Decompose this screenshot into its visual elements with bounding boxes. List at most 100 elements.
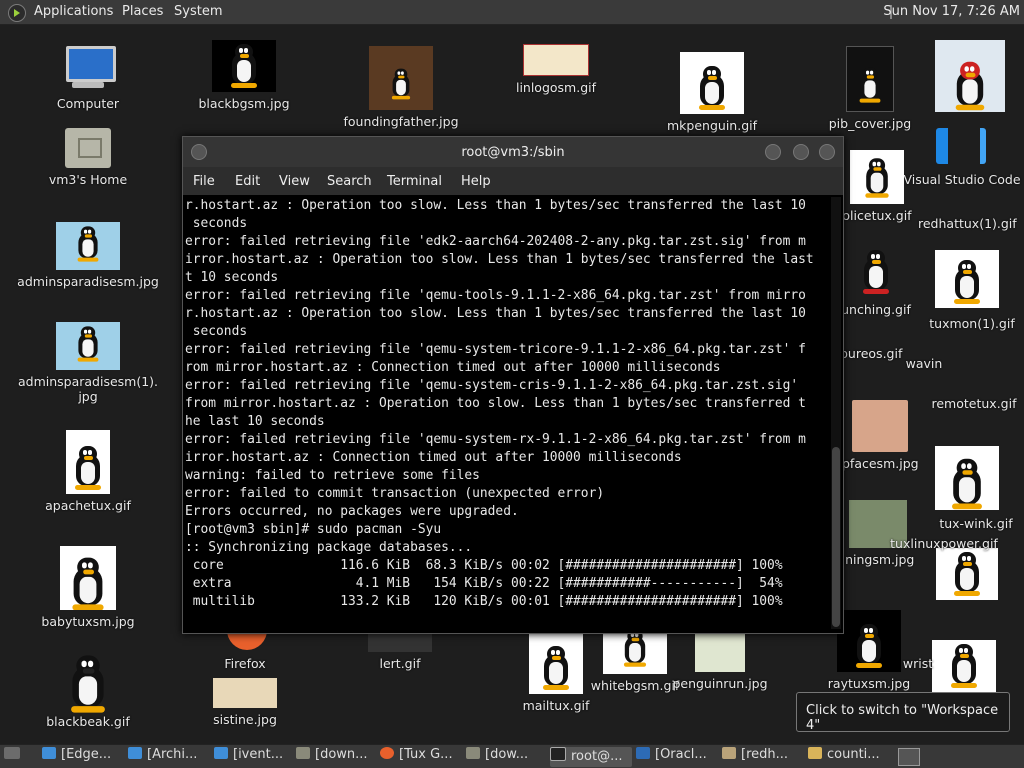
browser-icon xyxy=(214,747,228,759)
tooltip-text: Click to switch to "Workspace 4" xyxy=(806,703,999,733)
icon-label: Firefox xyxy=(224,656,266,671)
workspace-tooltip: Click to switch to "Workspace 4" xyxy=(796,692,1010,733)
taskbar-item-redhat[interactable]: [redh... xyxy=(722,747,804,767)
icon-label: redhattux(1).gif xyxy=(918,216,1017,231)
desktop-icon-penguinrun[interactable]: penguinrun.jpg xyxy=(672,632,768,691)
icon-label: vm3's Home xyxy=(48,172,128,187)
show-desktop-icon xyxy=(4,747,20,759)
bottom-panel: [Edge... [Archi... [ivent... [down... [T… xyxy=(0,744,1024,768)
scrollbar-thumb[interactable] xyxy=(832,447,840,627)
menu-edit[interactable]: Edit xyxy=(235,174,260,189)
desktop-icon-linlogosm[interactable]: linlogosm.gif xyxy=(508,44,604,95)
taskbar-item-ivent[interactable]: [ivent... xyxy=(214,747,294,767)
desktop-icon-unching[interactable]: unching.gif xyxy=(836,244,916,317)
icon-label: babytuxsm.jpg xyxy=(41,614,135,629)
desktop-icon-pib-cover[interactable]: pib_cover.jpg xyxy=(822,46,918,131)
desktop-icon-tuxlinuxpower[interactable]: tuxlinuxpower.gif xyxy=(876,536,1012,551)
desktop-icon-iningsm[interactable]: iningsm.jpg xyxy=(838,500,918,567)
image-thumbnail-icon xyxy=(213,678,277,708)
image-thumbnail-icon xyxy=(369,46,433,110)
clock[interactable]: Sun Nov 17, 7:26 AM xyxy=(883,4,1020,19)
desktop-icon-mailtux[interactable]: mailtux.gif xyxy=(516,632,596,713)
terminal-text: r.hostart.az : Operation too slow. Less … xyxy=(185,198,814,609)
minimize-icon[interactable] xyxy=(765,144,781,160)
icon-label: tuxlinuxpower.gif xyxy=(890,536,998,551)
desktop-icon-blackbgsm[interactable]: blackbgsm.jpg xyxy=(196,40,292,111)
desktop-icon-pfacesm[interactable]: pfacesm.jpg xyxy=(842,400,919,471)
image-thumbnail-icon xyxy=(850,150,904,204)
taskbar-item-tux-g[interactable]: [Tux G... xyxy=(380,747,462,767)
image-thumbnail-icon xyxy=(56,222,120,270)
taskbar-item-oracle[interactable]: [Oracl... xyxy=(636,747,720,767)
icon-label: blackbgsm.jpg xyxy=(198,96,290,111)
icon-label: adminsparadisesm(1). xyxy=(17,374,159,389)
image-thumbnail-icon xyxy=(60,546,116,610)
menu-file[interactable]: File xyxy=(193,174,215,189)
places-menu[interactable]: Places xyxy=(122,4,163,19)
desktop-icon-babytuxsm[interactable]: babytuxsm.jpg xyxy=(40,546,136,629)
edge-icon xyxy=(42,747,56,759)
desktop-icon-adminsparadisesm-1[interactable]: adminsparadisesm(1). jpg xyxy=(14,322,162,404)
desktop-icon-home[interactable]: vm3's Home xyxy=(40,128,136,187)
terminal-scrollbar[interactable] xyxy=(831,197,841,629)
taskbar-item-edge[interactable]: [Edge... xyxy=(42,747,126,767)
menu-search[interactable]: Search xyxy=(327,174,372,189)
desktop-icon-wavin[interactable]: wavin xyxy=(896,356,952,371)
desktop-icon-tux-wink[interactable] xyxy=(932,446,1002,514)
icon-label: mkpenguin.gif xyxy=(667,118,757,133)
icon-label: olicetux.gif xyxy=(842,208,912,223)
desktop-icon-tux-stack-3[interactable] xyxy=(932,548,1002,604)
desktop-icon-sistine[interactable]: sistine.jpg xyxy=(200,678,290,727)
top-panel: Applications Places System Sun Nov 17, 7… xyxy=(0,0,1024,25)
icon-label: Computer xyxy=(56,96,120,111)
icon-label: tuxmon(1).gif xyxy=(929,316,1015,331)
menu-terminal[interactable]: Terminal xyxy=(387,174,442,189)
folder-icon xyxy=(296,747,310,759)
home-folder-icon xyxy=(65,128,111,168)
terminal-window[interactable]: root@vm3:/sbin File Edit View Search Ter… xyxy=(182,136,844,634)
icon-label: remotetux.gif xyxy=(931,396,1017,411)
close-icon[interactable] xyxy=(819,144,835,160)
taskbar-item-downloads-1[interactable]: [down... xyxy=(296,747,376,767)
desktop-icon-vscode[interactable]: Visual Studio Code xyxy=(900,124,1024,187)
desktop-icon-remotetux[interactable]: remotetux.gif xyxy=(926,396,1022,411)
desktop-icon-tux-wink-label[interactable]: tux-wink.gif xyxy=(932,516,1020,531)
taskbar-item-downloads-2[interactable]: [dow... xyxy=(466,747,546,767)
image-thumbnail-icon xyxy=(932,640,996,692)
maximize-icon[interactable] xyxy=(793,144,809,160)
desktop-icon-tux-stack-2[interactable] xyxy=(932,250,1002,312)
desktop-icon-blackbeak[interactable]: blackbeak.gif xyxy=(40,648,136,729)
image-thumbnail-icon xyxy=(935,250,999,308)
distro-logo-icon[interactable] xyxy=(8,4,26,22)
taskbar-item-counting[interactable]: counti... xyxy=(808,747,892,767)
show-desktop-button[interactable] xyxy=(4,747,40,767)
menu-view[interactable]: View xyxy=(279,174,310,189)
applications-menu[interactable]: Applications xyxy=(34,4,113,19)
desktop-icon-pureos[interactable]: pureos.gif xyxy=(840,346,902,361)
icon-label: pfacesm.jpg xyxy=(842,456,919,471)
desktop-icon-apachetux[interactable]: apachetux.gif xyxy=(40,430,136,513)
desktop-icon-olicetux[interactable]: olicetux.gif xyxy=(842,150,912,223)
system-menu[interactable]: System xyxy=(174,4,222,19)
desktop-icon-redhattux[interactable]: redhattux(1).gif xyxy=(918,216,1017,231)
taskbar-item-archive[interactable]: [Archi... xyxy=(128,747,212,767)
window-title: root@vm3:/sbin xyxy=(461,145,565,160)
desktop-icon-adminsparadisesm[interactable]: adminsparadisesm.jpg xyxy=(14,222,162,289)
desktop-icon-lert[interactable]: lert.gif xyxy=(360,630,440,671)
computer-icon xyxy=(64,44,116,92)
menu-help[interactable]: Help xyxy=(461,174,491,189)
desktop-icon-computer[interactable]: Computer xyxy=(40,44,136,111)
icon-label: lert.gif xyxy=(379,656,421,671)
desktop-icon-tuxmon[interactable]: tuxmon(1).gif xyxy=(924,316,1020,331)
workspace-switcher[interactable] xyxy=(898,748,920,766)
desktop-icon-whitebgsm[interactable]: whitebgsm.gif xyxy=(590,632,680,693)
terminal-titlebar[interactable]: root@vm3:/sbin xyxy=(183,137,843,167)
desktop-icon-mkpenguin[interactable]: mkpenguin.gif xyxy=(662,52,762,133)
icon-label: tux-wink.gif xyxy=(939,516,1013,531)
terminal-output[interactable]: r.hostart.az : Operation too slow. Less … xyxy=(185,197,825,629)
taskbar-item-root-terminal[interactable]: root@... xyxy=(550,747,632,767)
desktop-icon-foundingfather[interactable]: foundingfather.jpg xyxy=(336,46,466,129)
desktop-icon-tux-stack-4[interactable] xyxy=(928,640,1000,696)
image-thumbnail-icon xyxy=(695,632,745,672)
desktop-icon-tux-stack-1[interactable] xyxy=(934,40,1006,116)
